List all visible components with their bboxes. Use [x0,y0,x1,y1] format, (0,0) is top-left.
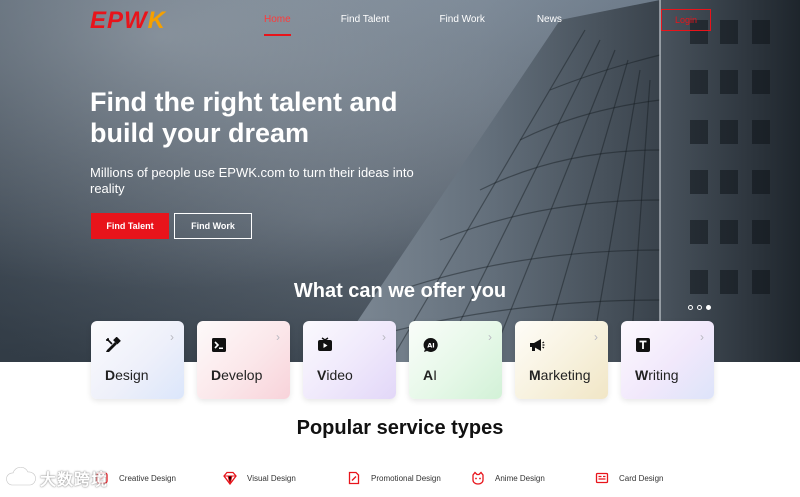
category-label: Video [317,367,353,383]
chevron-right-icon: › [382,330,386,344]
chevron-right-icon: › [594,330,598,344]
pen-ruler-icon [106,337,121,352]
chevron-right-icon: › [488,330,492,344]
chevron-right-icon: › [276,330,280,344]
login-button[interactable]: Login [661,9,711,31]
service-label: Promotional Design [371,473,441,483]
service-label: Card Design [619,473,664,483]
category-card-design[interactable]: › Design [91,321,184,399]
nav-item-find-talent[interactable]: Find Talent [341,14,390,25]
service-item-card-design[interactable]: Card Design [595,471,663,485]
watermark-text: 大数跨境 [40,472,109,489]
hero-title: Find the right talent and build your dre… [90,87,398,148]
popular-section-title: Popular service types [296,417,504,439]
category-card-develop[interactable]: › Develop [197,321,290,399]
category-card-video[interactable]: › Video [303,321,396,399]
category-label: AI [423,367,438,383]
svg-text:AI: AI [427,342,434,350]
nav-item-news[interactable]: News [537,14,562,25]
chevron-right-icon: › [700,330,704,344]
nav-item-find-work[interactable]: Find Work [439,14,484,25]
terminal-icon [212,338,226,352]
service-label: Anime Design [495,473,545,483]
service-item-anime-design[interactable]: Anime Design [471,471,545,485]
text-t-icon [636,338,650,352]
carousel-dot-2[interactable] [697,305,702,310]
carousel-dots [688,305,711,310]
main-nav: Home Find Talent Find Work News [264,14,562,36]
offer-section-title: What can we offer you [293,280,507,302]
diamond-icon [223,471,237,485]
watermark: 大数跨境 [6,466,108,490]
carousel-dot-3[interactable] [706,305,711,310]
category-card-marketing[interactable]: › Marketing [515,321,608,399]
find-work-button[interactable]: Find Work [174,213,252,239]
find-talent-button[interactable]: Find Talent [91,213,169,239]
watermark-cloud-icon [6,467,36,486]
epwk-logo[interactable]: EPWK [90,7,167,34]
service-item-visual-design[interactable]: Visual Design [223,471,296,485]
megaphone-icon [530,339,545,351]
category-label: Develop [211,367,263,383]
card-icon [595,472,609,484]
ai-chip-icon: AI [423,337,438,352]
category-card-ai[interactable]: AI › AI [409,321,502,399]
service-label: Creative Design [119,473,176,483]
service-item-promotional-design[interactable]: Promotional Design [347,471,441,485]
category-card-writing[interactable]: › Writing [621,321,714,399]
logo-text: EPWK [90,7,167,34]
anime-face-icon [472,471,484,485]
hero-subtitle: Millions of people use EPWK.com to turn … [90,165,414,196]
carousel-dot-1[interactable] [688,305,693,310]
document-edit-icon [348,471,360,485]
chevron-right-icon: › [170,330,174,344]
popular-service-list: Creative Design Visual Design Promotiona… [95,471,795,489]
category-label: Marketing [529,367,591,383]
play-screen-icon [318,337,332,351]
service-label: Visual Design [247,473,296,483]
category-label: Writing [635,367,679,383]
category-label: Design [105,367,149,383]
nav-item-home[interactable]: Home [264,14,291,36]
